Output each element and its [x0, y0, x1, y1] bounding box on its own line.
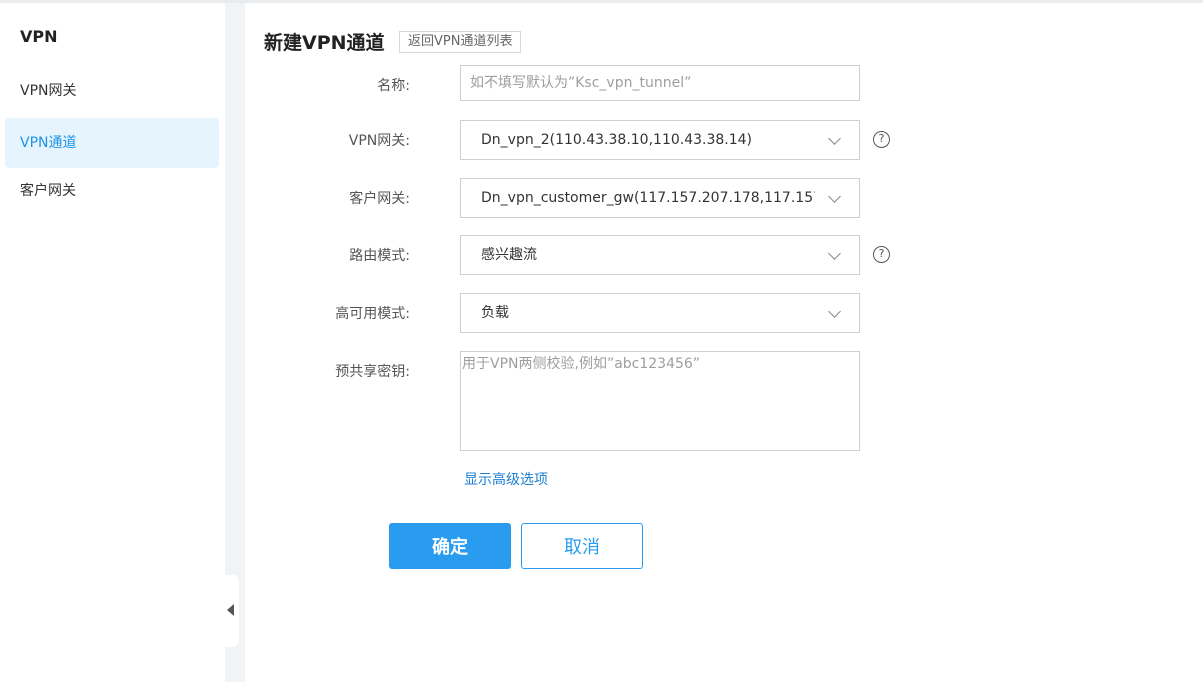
sidebar-item-vpn-tunnel[interactable]: VPN通道 — [5, 118, 219, 168]
collapse-sidebar-arrow-icon[interactable] — [224, 575, 239, 647]
sidebar: VPN VPN网关 VPN通道 客户网关 — [0, 3, 225, 682]
question-circle-icon[interactable]: ? — [873, 246, 890, 263]
psk-label: 预共享密钥: — [335, 364, 410, 380]
route-mode-label: 路由模式: — [349, 248, 410, 264]
chevron-down-icon — [828, 305, 841, 318]
cancel-button[interactable]: 取消 — [521, 523, 643, 569]
name-input[interactable] — [461, 66, 859, 100]
page-title: 新建VPN通道 — [264, 32, 385, 54]
confirm-button[interactable]: 确定 — [389, 523, 511, 569]
customer-gateway-select[interactable]: Dn_vpn_customer_gw(117.157.207.178,117.1… — [460, 178, 860, 218]
name-field — [460, 65, 860, 101]
sidebar-item-vpn-gateway[interactable]: VPN网关 — [5, 66, 219, 116]
ha-mode-value: 负载 — [481, 305, 509, 321]
customer-gateway-value: Dn_vpn_customer_gw(117.157.207.178,117.1… — [481, 190, 815, 206]
chevron-down-icon — [828, 190, 841, 203]
show-advanced-options-link[interactable]: 显示高级选项 — [464, 469, 548, 489]
main-content: 新建VPN通道 返回VPN通道列表 名称: VPN网关: Dn_vpn_2(11… — [245, 3, 1203, 682]
psk-field — [460, 351, 860, 451]
vpn-gateway-select[interactable]: Dn_vpn_2(110.43.38.10,110.43.38.14) — [460, 120, 860, 160]
psk-textarea[interactable] — [461, 352, 859, 450]
ha-mode-label: 高可用模式: — [335, 306, 410, 322]
chevron-down-icon — [828, 247, 841, 260]
back-to-tunnel-list-link[interactable]: 返回VPN通道列表 — [399, 31, 522, 53]
route-mode-value: 感兴趣流 — [481, 247, 537, 263]
sidebar-title: VPN — [20, 27, 58, 46]
route-mode-select[interactable]: 感兴趣流 — [460, 235, 860, 275]
chevron-down-icon — [828, 132, 841, 145]
vpn-gateway-value: Dn_vpn_2(110.43.38.10,110.43.38.14) — [481, 132, 753, 148]
ha-mode-select[interactable]: 负载 — [460, 293, 860, 333]
vpn-gateway-label: VPN网关: — [348, 133, 410, 149]
question-circle-icon[interactable]: ? — [873, 131, 890, 148]
sidebar-item-customer-gateway[interactable]: 客户网关 — [5, 166, 219, 216]
name-label: 名称: — [377, 78, 410, 94]
customer-gateway-label: 客户网关: — [349, 191, 410, 207]
